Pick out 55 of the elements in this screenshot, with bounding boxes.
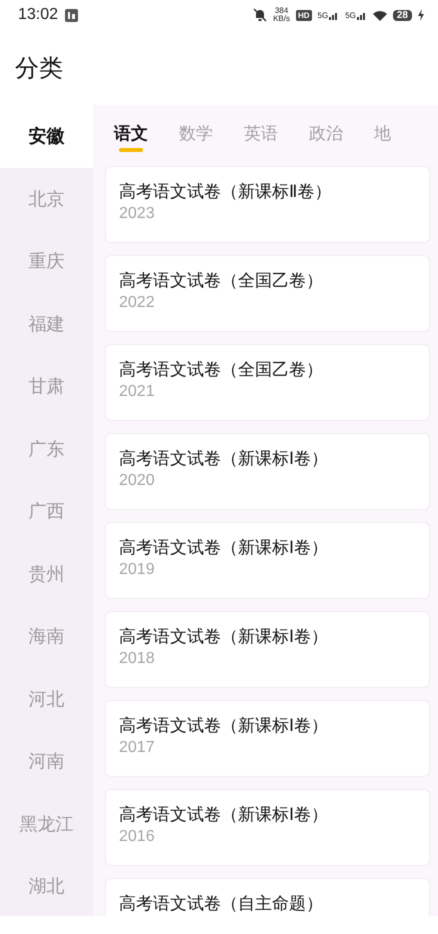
province-item[interactable]: 海南 bbox=[0, 605, 93, 668]
paper-year: 2017 bbox=[119, 739, 156, 757]
paper-title: 高考语文试卷（新课标Ⅰ卷） bbox=[119, 626, 330, 648]
province-item[interactable]: 贵州 bbox=[0, 542, 93, 605]
muted-bell-icon bbox=[253, 8, 268, 22]
paper-year: 2019 bbox=[119, 561, 156, 579]
paper-card[interactable]: 高考语文试卷（全国乙卷） 2021 bbox=[105, 344, 430, 421]
paper-title: 高考语文试卷（全国乙卷） bbox=[119, 270, 324, 292]
paper-title: 高考语文试卷（新课标Ⅰ卷） bbox=[119, 537, 330, 559]
paper-card[interactable]: 高考语文试卷（新课标Ⅰ卷） 2020 bbox=[105, 433, 430, 510]
paper-title: 高考语文试卷（新课标Ⅰ卷） bbox=[119, 448, 330, 470]
app-icon bbox=[65, 8, 78, 22]
paper-card[interactable]: 高考语文试卷（新课标Ⅱ卷） 2023 bbox=[105, 166, 430, 243]
hd-badge: HD bbox=[296, 10, 312, 20]
signal-indicator: 5G bbox=[318, 10, 340, 20]
province-item[interactable]: 黑龙江 bbox=[0, 792, 93, 855]
paper-card[interactable]: 高考语文试卷（自主命题） bbox=[105, 878, 430, 916]
subject-tab[interactable]: 数学 bbox=[179, 105, 213, 166]
charging-icon bbox=[418, 9, 424, 21]
paper-title: 高考语文试卷（全国乙卷） bbox=[119, 359, 324, 381]
province-item[interactable]: 安徽 bbox=[0, 105, 93, 168]
province-item[interactable]: 广西 bbox=[0, 480, 93, 542]
paper-card[interactable]: 高考语文试卷（全国乙卷） 2022 bbox=[105, 255, 430, 332]
province-item[interactable]: 广东 bbox=[0, 418, 93, 480]
signal-indicator: 5G bbox=[345, 10, 367, 20]
province-item[interactable]: 福建 bbox=[0, 292, 93, 355]
province-item[interactable]: 重庆 bbox=[0, 230, 93, 292]
paper-card[interactable]: 高考语文试卷（新课标Ⅰ卷） 2017 bbox=[105, 700, 430, 777]
paper-year: 2021 bbox=[119, 383, 156, 401]
paper-title: 高考语文试卷（新课标Ⅰ卷） bbox=[119, 804, 330, 826]
paper-year: 2020 bbox=[119, 472, 156, 490]
paper-year: 2016 bbox=[119, 828, 156, 846]
page-title: 分类 bbox=[15, 52, 63, 84]
province-item[interactable]: 河南 bbox=[0, 730, 93, 792]
battery-level: 28 bbox=[392, 10, 412, 20]
paper-card[interactable]: 高考语文试卷（新课标Ⅰ卷） 2018 bbox=[105, 611, 430, 688]
paper-title: 高考语文试卷（新课标Ⅱ卷） bbox=[119, 181, 332, 203]
subject-tab[interactable]: 英语 bbox=[244, 105, 278, 166]
paper-year: 2018 bbox=[119, 650, 156, 668]
paper-year: 2023 bbox=[119, 205, 156, 223]
subject-tab[interactable]: 语文 bbox=[114, 105, 148, 166]
paper-card[interactable]: 高考语文试卷（新课标Ⅰ卷） 2016 bbox=[105, 789, 430, 866]
subject-tab[interactable]: 政治 bbox=[309, 105, 343, 166]
paper-title: 高考语文试卷（自主命题） bbox=[119, 893, 324, 915]
paper-title: 高考语文试卷（新课标Ⅰ卷） bbox=[119, 715, 330, 737]
paper-year: 2022 bbox=[119, 294, 156, 312]
province-item[interactable]: 甘肃 bbox=[0, 355, 93, 418]
clock-time: 13:02 bbox=[18, 6, 58, 24]
province-item[interactable]: 湖北 bbox=[0, 855, 93, 916]
subject-tab[interactable]: 地 bbox=[374, 105, 391, 166]
paper-card[interactable]: 高考语文试卷（新课标Ⅰ卷） 2019 bbox=[105, 522, 430, 599]
network-speed: 384 KB/s bbox=[273, 7, 290, 23]
province-item[interactable]: 河北 bbox=[0, 668, 93, 730]
wifi-icon bbox=[372, 10, 387, 20]
province-item[interactable]: 北京 bbox=[0, 168, 93, 230]
